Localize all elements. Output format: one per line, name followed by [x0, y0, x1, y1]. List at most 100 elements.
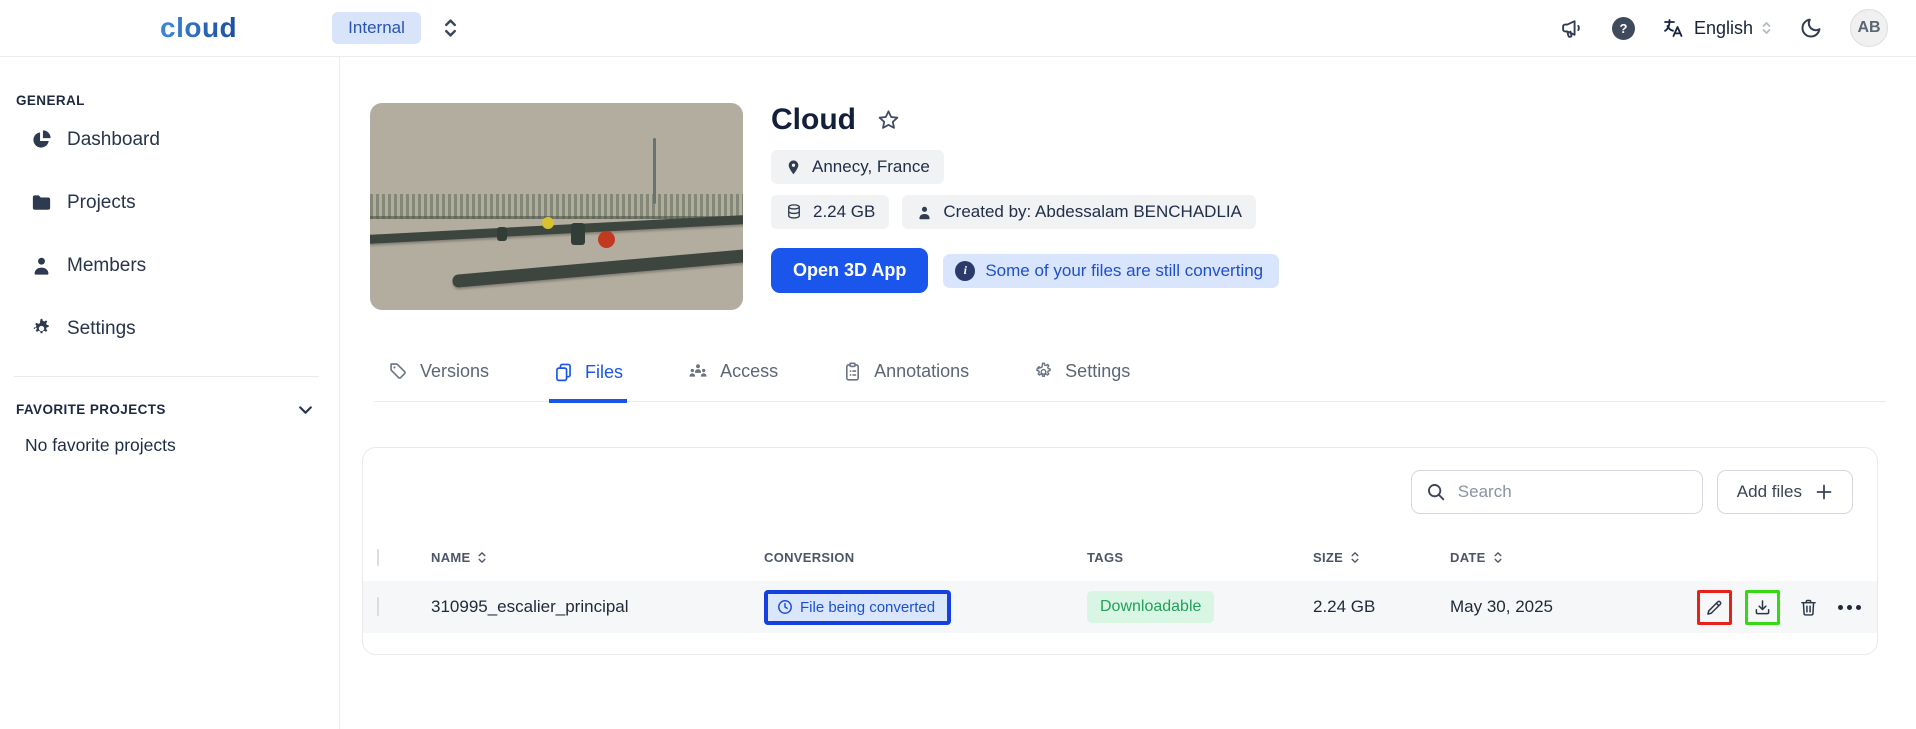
info-icon: i — [955, 261, 975, 281]
sidebar-item-dashboard[interactable]: Dashboard — [0, 108, 339, 171]
translate-icon — [1662, 16, 1686, 40]
gear-icon — [1033, 361, 1054, 382]
map-pin-icon — [785, 159, 802, 176]
open-3d-app-button[interactable]: Open 3D App — [771, 248, 928, 293]
column-name[interactable]: NAME — [431, 550, 764, 565]
person-icon — [30, 254, 53, 277]
folder-icon — [30, 191, 53, 214]
conversion-status-text: File being converted — [800, 599, 935, 616]
tab-label: Settings — [1065, 361, 1130, 382]
announcements-icon[interactable] — [1560, 16, 1585, 41]
add-files-label: Add files — [1737, 482, 1802, 502]
table-row: 310995_escalier_principal File being con… — [363, 581, 1877, 633]
sidebar-section-general: GENERAL — [16, 93, 339, 108]
database-icon — [785, 203, 803, 221]
table-header: NAME CONVERSION TAGS SIZE DATE — [363, 533, 1877, 581]
downloadable-tag: Downloadable — [1087, 591, 1214, 623]
add-files-button[interactable]: Add files — [1717, 470, 1853, 514]
tab-label: Annotations — [874, 361, 969, 382]
column-size[interactable]: SIZE — [1313, 550, 1450, 565]
more-actions-button[interactable] — [1836, 599, 1863, 616]
column-label: CONVERSION — [764, 550, 854, 565]
workspace-switch-icon[interactable] — [443, 17, 458, 39]
column-date[interactable]: DATE — [1450, 550, 1690, 565]
dark-mode-icon[interactable] — [1799, 16, 1823, 40]
tab-versions[interactable]: Versions — [384, 360, 493, 401]
top-bar: cloud Internal ? — [0, 0, 1916, 57]
select-all-checkbox[interactable] — [377, 549, 379, 566]
project-info: Cloud — [771, 103, 1279, 310]
app-logo: cloud — [160, 12, 237, 44]
search-box — [1411, 470, 1703, 514]
gear-icon — [30, 317, 53, 340]
sort-icon — [1350, 550, 1360, 565]
file-size: 2.24 GB — [1313, 597, 1450, 617]
language-selector[interactable]: English — [1662, 16, 1772, 40]
header-actions: ? English AB — [1560, 9, 1888, 47]
search-icon — [1425, 481, 1447, 503]
person-icon — [916, 204, 933, 221]
project-title: Cloud — [771, 103, 856, 137]
conversion-status-badge: File being converted — [768, 594, 947, 621]
language-chevron-icon — [1761, 20, 1772, 36]
workspace-badge[interactable]: Internal — [332, 12, 421, 44]
thumbnail-fence — [370, 194, 743, 219]
thumbnail-pipe — [452, 249, 743, 288]
workspace-selector: Internal — [332, 12, 458, 44]
files-toolbar: Add files — [363, 448, 1877, 533]
trash-icon — [1798, 597, 1819, 618]
tab-access[interactable]: Access — [683, 360, 782, 401]
search-input[interactable] — [1411, 470, 1703, 514]
sidebar-item-settings[interactable]: Settings — [0, 297, 339, 360]
download-button[interactable] — [1745, 590, 1780, 625]
sidebar-item-label: Projects — [67, 192, 136, 214]
column-label: DATE — [1450, 550, 1486, 565]
sidebar: GENERAL Dashboard Projects — [0, 57, 340, 729]
thumbnail-red-valve — [598, 231, 615, 248]
thumbnail-fitting — [571, 223, 585, 245]
download-icon — [1752, 597, 1773, 618]
help-icon[interactable]: ? — [1612, 17, 1635, 40]
tag-icon — [388, 361, 409, 382]
tab-files[interactable]: Files — [549, 360, 627, 403]
row-checkbox[interactable] — [377, 597, 379, 616]
annotation-box-blue: File being converted — [764, 590, 951, 625]
creator-text: Created by: Abdessalam BENCHADLIA — [943, 202, 1242, 222]
pencil-icon — [1704, 597, 1725, 618]
sidebar-item-projects[interactable]: Projects — [0, 171, 339, 234]
sidebar-item-label: Members — [67, 255, 146, 277]
tab-settings[interactable]: Settings — [1029, 360, 1134, 401]
column-conversion: CONVERSION — [764, 550, 1087, 565]
favorite-star-icon[interactable] — [876, 108, 901, 133]
column-tags: TAGS — [1087, 550, 1313, 565]
files-icon — [553, 362, 574, 383]
sidebar-item-members[interactable]: Members — [0, 234, 339, 297]
sidebar-divider — [14, 376, 319, 377]
sort-icon — [477, 550, 487, 565]
favorites-title: FAVORITE PROJECTS — [16, 402, 166, 417]
file-date: May 30, 2025 — [1450, 597, 1690, 617]
app-window: cloud Internal ? — [0, 0, 1916, 729]
sidebar-section-favorites[interactable]: FAVORITE PROJECTS — [0, 401, 339, 418]
clipboard-icon — [842, 361, 863, 382]
delete-button[interactable] — [1793, 592, 1823, 622]
thumbnail-fitting — [497, 227, 507, 241]
language-label: English — [1694, 18, 1753, 39]
plus-icon — [1815, 483, 1833, 501]
files-panel: Add files NAME CONVERSION — [362, 447, 1878, 655]
column-label: TAGS — [1087, 550, 1123, 565]
tab-annotations[interactable]: Annotations — [838, 360, 973, 401]
creator-badge: Created by: Abdessalam BENCHADLIA — [902, 195, 1256, 229]
people-icon — [687, 360, 709, 382]
sidebar-item-label: Dashboard — [67, 129, 160, 151]
project-thumbnail[interactable] — [370, 103, 743, 310]
tab-label: Access — [720, 361, 778, 382]
row-actions — [1690, 590, 1863, 625]
tab-label: Files — [585, 362, 623, 383]
edit-button[interactable] — [1697, 590, 1732, 625]
file-name[interactable]: 310995_escalier_principal — [431, 597, 764, 617]
location-text: Annecy, France — [812, 157, 930, 177]
user-avatar[interactable]: AB — [1850, 9, 1888, 47]
converting-notice: i Some of your files are still convertin… — [943, 254, 1279, 288]
tab-label: Versions — [420, 361, 489, 382]
